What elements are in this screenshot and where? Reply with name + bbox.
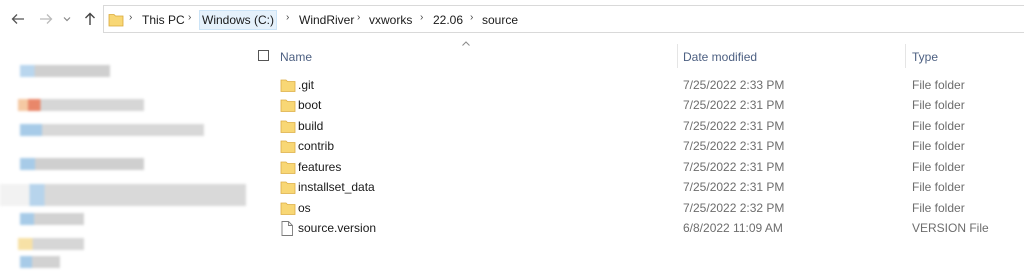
file-date-modified: 7/25/2022 2:32 PM (683, 201, 785, 215)
chevron-right-icon: › (188, 12, 192, 23)
nav-pane-item[interactable] (20, 158, 144, 170)
file-date-modified: 7/25/2022 2:31 PM (683, 160, 785, 174)
column-header-date-modified[interactable]: Date modified (683, 50, 757, 64)
file-row[interactable]: contrib 7/25/2022 2:31 PM File folder (278, 136, 1024, 156)
address-bar[interactable]: › This PC › Windows (C:) › WindRiver › v… (103, 5, 1024, 33)
nav-pane-item[interactable] (20, 65, 110, 77)
file-date-modified: 7/25/2022 2:31 PM (683, 98, 785, 112)
file-type: File folder (912, 160, 965, 174)
file-name: installset_data (298, 180, 375, 194)
file-row[interactable]: boot 7/25/2022 2:31 PM File folder (278, 95, 1024, 115)
file-icon (280, 221, 294, 239)
folder-icon (280, 139, 296, 156)
folder-icon (280, 98, 296, 115)
file-row[interactable]: build 7/25/2022 2:31 PM File folder (278, 116, 1024, 136)
file-type: File folder (912, 78, 965, 92)
file-name: contrib (298, 139, 335, 153)
column-header-name[interactable]: Name (280, 50, 312, 64)
file-row[interactable]: installset_data 7/25/2022 2:31 PM File f… (278, 177, 1024, 197)
folder-icon (280, 201, 296, 218)
nav-pane-item[interactable] (18, 238, 84, 250)
nav-pane-item[interactable] (20, 256, 60, 268)
breadcrumb-this-pc[interactable]: This PC (142, 12, 185, 28)
nav-pane-item[interactable] (20, 124, 204, 136)
arrow-up-icon (85, 12, 95, 25)
chevron-right-icon: › (286, 12, 290, 23)
file-type: File folder (912, 98, 965, 112)
up-button[interactable] (79, 8, 101, 30)
file-date-modified: 6/8/2022 11:09 AM (683, 221, 783, 235)
select-all-checkbox[interactable] (258, 50, 269, 61)
file-type: File folder (912, 139, 965, 153)
nav-pane-item-selected[interactable] (0, 184, 246, 206)
breadcrumb-22-06[interactable]: 22.06 (433, 12, 463, 28)
back-button[interactable] (7, 8, 29, 30)
sort-ascending-icon (462, 41, 470, 46)
chevron-right-icon: › (357, 12, 361, 23)
column-header-type[interactable]: Type (912, 50, 938, 64)
file-name: features (298, 160, 342, 174)
file-row[interactable]: os 7/25/2022 2:32 PM File folder (278, 198, 1024, 218)
file-type: File folder (912, 119, 965, 133)
folder-icon (280, 78, 296, 95)
file-date-modified: 7/25/2022 2:31 PM (683, 139, 785, 153)
file-date-modified: 7/25/2022 2:33 PM (683, 78, 785, 92)
breadcrumb-source[interactable]: source (482, 12, 518, 28)
file-type: File folder (912, 201, 965, 215)
file-type: VERSION File (912, 221, 989, 235)
file-row[interactable]: features 7/25/2022 2:31 PM File folder (278, 157, 1024, 177)
breadcrumb-windriver[interactable]: WindRiver (299, 12, 354, 28)
arrow-right-icon (40, 14, 53, 24)
folder-icon (280, 119, 296, 136)
file-name: boot (298, 98, 322, 112)
file-date-modified: 7/25/2022 2:31 PM (683, 119, 785, 133)
nav-pane-item[interactable] (20, 213, 84, 225)
chevron-right-icon: › (129, 12, 133, 23)
file-date-modified: 7/25/2022 2:31 PM (683, 180, 785, 194)
folder-icon (280, 160, 296, 177)
file-name: build (298, 119, 324, 133)
chevron-right-icon: › (420, 12, 424, 23)
folder-icon (108, 12, 124, 30)
breadcrumb-vxworks[interactable]: vxworks (369, 12, 412, 28)
file-row[interactable]: source.version 6/8/2022 11:09 AM VERSION… (278, 218, 1024, 238)
forward-button[interactable] (35, 8, 57, 30)
file-name: .git (298, 78, 315, 92)
chevron-down-icon (63, 17, 71, 22)
nav-pane-item[interactable] (18, 99, 144, 111)
column-divider[interactable] (677, 44, 678, 68)
file-name: source.version (298, 221, 377, 235)
navigation-bar: › This PC › Windows (C:) › WindRiver › v… (0, 0, 1024, 40)
chevron-right-icon: › (470, 12, 474, 23)
column-divider[interactable] (905, 44, 906, 68)
file-name: os (298, 201, 311, 215)
file-row[interactable]: .git 7/25/2022 2:33 PM File folder (278, 75, 1024, 95)
file-type: File folder (912, 180, 965, 194)
folder-icon (280, 180, 296, 197)
recent-locations-button[interactable] (58, 8, 76, 30)
breadcrumb-windows-c[interactable]: Windows (C:) (198, 10, 278, 30)
arrow-left-icon (11, 14, 24, 24)
